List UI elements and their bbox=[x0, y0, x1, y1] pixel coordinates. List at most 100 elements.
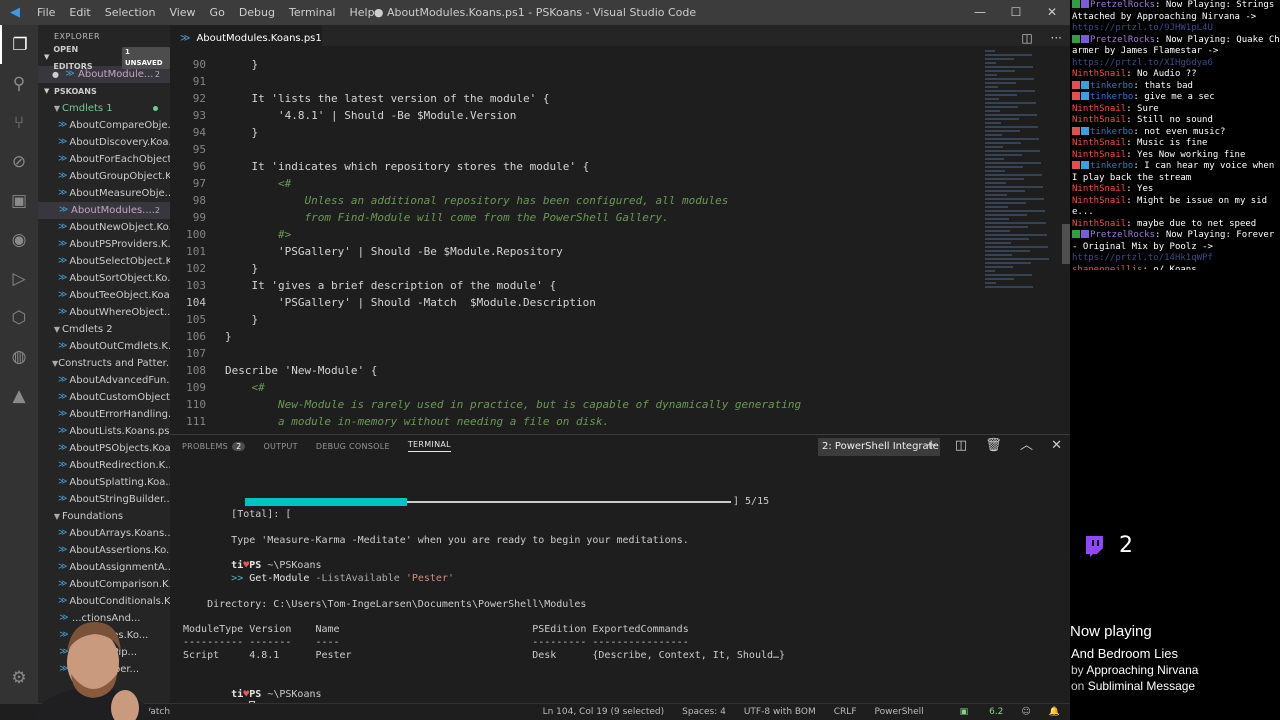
file-item[interactable]: ≫ AboutAssertions.Ko... bbox=[38, 542, 170, 559]
file-item[interactable]: ≫ AboutAssignmentA... bbox=[38, 559, 170, 576]
command-name: Get-Module bbox=[249, 573, 310, 584]
menu-file[interactable]: File bbox=[30, 0, 62, 25]
new-terminal-icon[interactable]: + bbox=[926, 438, 937, 453]
explorer-icon[interactable]: ❐ bbox=[0, 25, 38, 64]
file-item[interactable]: ≫ AboutRedirection.K... bbox=[38, 457, 170, 474]
file-item[interactable]: ≫ AboutForEachObject... bbox=[38, 151, 170, 168]
powershell-file-icon: ≫ bbox=[58, 205, 69, 215]
file-item[interactable]: ≫ AboutComparison.K... bbox=[38, 576, 170, 593]
file-item[interactable]: ≫ AboutCustomObject... bbox=[38, 389, 170, 406]
chat-username[interactable]: NinthSnail bbox=[1072, 184, 1126, 194]
menu-go[interactable]: Go bbox=[203, 0, 232, 25]
file-item[interactable]: ≫ AboutPSObjects.Koa... bbox=[38, 440, 170, 457]
more-actions-icon[interactable]: ··· bbox=[1051, 31, 1062, 45]
file-item[interactable]: ≫ AboutSplatting.Koa... bbox=[38, 474, 170, 491]
debug-icon[interactable]: ⊘ bbox=[0, 142, 38, 181]
file-item[interactable]: ≫AboutSelectObject.K... bbox=[38, 253, 170, 270]
file-item[interactable]: ≫ AboutNewObject.Ko... bbox=[38, 219, 170, 236]
menu-help[interactable]: Help bbox=[343, 0, 382, 25]
folder-item[interactable]: ▼ Constructs and Patter... bbox=[38, 355, 170, 372]
chat-link[interactable]: https://prtzl.to/14Hk1qWPf bbox=[1072, 253, 1213, 263]
menu-edit[interactable]: Edit bbox=[62, 0, 97, 25]
chat-username[interactable]: PretzelRocks bbox=[1090, 230, 1155, 240]
file-item[interactable]: ≫ AboutArrays.Koans.... bbox=[38, 525, 170, 542]
file-item[interactable]: ≫ AboutStringBuilder.... bbox=[38, 491, 170, 508]
open-editor-item[interactable]: ● ≫ AboutModule... 2 bbox=[38, 66, 170, 83]
folder-item[interactable]: ▼ Cmdlets 1 bbox=[38, 100, 170, 117]
code-editor[interactable]: 90 } 91 92 It 'lists the latest version of… bbox=[170, 46, 1070, 434]
close-icon[interactable]: ✕ bbox=[1034, 0, 1070, 25]
folder-item[interactable]: ▼ Foundations bbox=[38, 508, 170, 525]
source-control-icon[interactable]: ⑂ bbox=[0, 103, 38, 142]
minimize-icon[interactable]: — bbox=[962, 0, 998, 25]
trash-icon[interactable]: 🗑 bbox=[985, 438, 1002, 453]
chat-username[interactable]: PretzelRocks bbox=[1090, 0, 1155, 10]
open-editors-section[interactable]: ▼ OPEN EDITORS 1 UNSAVED bbox=[38, 45, 170, 71]
chat-username[interactable]: tinkerbo bbox=[1090, 161, 1133, 171]
remote-icon[interactable]: ⬡ bbox=[0, 298, 38, 337]
tab-terminal[interactable]: TERMINAL bbox=[407, 440, 451, 452]
maximize-icon[interactable]: ☐ bbox=[998, 0, 1034, 25]
file-item[interactable]: ≫ AboutAdvancedFun... bbox=[38, 372, 170, 389]
input-line[interactable]: >> bbox=[183, 688, 256, 713]
smiley-icon[interactable]: ☺ bbox=[1021, 704, 1030, 720]
folder-item[interactable]: ▼ Cmdlets 2 bbox=[38, 321, 170, 338]
status-language[interactable]: PowerShell bbox=[875, 704, 924, 720]
chat-username[interactable]: NinthSnail bbox=[1072, 196, 1126, 206]
line-number: 106 bbox=[186, 330, 206, 343]
status-encoding[interactable]: UTF-8 with BOM bbox=[744, 704, 816, 720]
chat-username[interactable]: NinthSnail bbox=[1072, 150, 1126, 160]
search-icon[interactable]: ⚲ bbox=[0, 64, 38, 103]
chat-username[interactable]: NinthSnail bbox=[1072, 115, 1126, 125]
file-item[interactable]: ≫ AboutSortObject.Ko... bbox=[38, 270, 170, 287]
chat-username[interactable]: tinkerbo bbox=[1090, 127, 1133, 137]
file-item[interactable]: ≫ AboutPSProviders.K... bbox=[38, 236, 170, 253]
menu-terminal[interactable]: Terminal bbox=[282, 0, 343, 25]
chat-username[interactable]: tinkerbo bbox=[1090, 81, 1133, 91]
status-spaces[interactable]: Spaces: 4 bbox=[682, 704, 726, 720]
chat-link[interactable]: https://prtzl.to/9JHW1pL4U bbox=[1072, 23, 1213, 33]
file-item[interactable]: ≫ AboutMeasureObje... bbox=[38, 185, 170, 202]
file-item[interactable]: ≫ AboutModules.... 2 bbox=[38, 202, 170, 219]
code-line: 96 It 'indicates which repository stores… bbox=[170, 158, 970, 175]
file-item[interactable]: ≫ AboutTeeObject.Koa... bbox=[38, 287, 170, 304]
file-item[interactable]: ≫ AboutErrorHandling... bbox=[38, 406, 170, 423]
chat-username[interactable]: NinthSnail bbox=[1072, 219, 1126, 229]
menu-selection[interactable]: Selection bbox=[98, 0, 163, 25]
chat-username[interactable]: NinthSnail bbox=[1072, 104, 1126, 114]
chat-username[interactable]: NinthSnail bbox=[1072, 69, 1126, 79]
tab-problems[interactable]: PROBLEMS 2 bbox=[182, 441, 246, 451]
minimap[interactable] bbox=[985, 50, 1060, 430]
github-icon[interactable]: ◉ bbox=[0, 220, 38, 259]
status-position[interactable]: Ln 104, Col 19 (9 selected) bbox=[543, 704, 665, 720]
bell-icon[interactable]: 🔔 bbox=[1049, 704, 1060, 720]
azure-icon[interactable]: ▲ bbox=[0, 376, 38, 415]
status-ps-version[interactable]: ▣ 6.2 bbox=[942, 704, 1004, 720]
file-item[interactable]: ≫ AboutDiscovery.Koa... bbox=[38, 134, 170, 151]
chat-username[interactable]: PretzelRocks bbox=[1090, 35, 1155, 45]
chat-username[interactable]: NinthSnail bbox=[1072, 138, 1126, 148]
file-item[interactable]: ≫ AboutCompareObje... bbox=[38, 117, 170, 134]
editor-scrollbar[interactable] bbox=[1062, 224, 1070, 264]
file-item[interactable]: ≫ AboutLists.Koans.ps1 bbox=[38, 423, 170, 440]
file-item[interactable]: ≫ AboutOutCmdlets.K... bbox=[38, 338, 170, 355]
file-item[interactable]: ≫AboutGroupObject.K... bbox=[38, 168, 170, 185]
menu-debug[interactable]: Debug bbox=[232, 0, 282, 25]
tab-debug-console[interactable]: DEBUG CONSOLE bbox=[316, 442, 390, 451]
gear-icon[interactable]: ⚙ bbox=[0, 658, 38, 697]
file-item[interactable]: ≫ AboutWhereObject.... bbox=[38, 304, 170, 321]
project-section[interactable]: ▼ PSKOANS bbox=[38, 83, 170, 100]
extensions-icon[interactable]: ▣ bbox=[0, 181, 38, 220]
chevron-up-icon[interactable]: ︿ bbox=[1020, 438, 1033, 453]
status-eol[interactable]: CRLF bbox=[834, 704, 857, 720]
close-panel-icon[interactable]: ✕ bbox=[1051, 438, 1062, 453]
terminal-icon[interactable]: ▷ bbox=[0, 259, 38, 298]
docker-icon[interactable]: ◍ bbox=[0, 337, 38, 376]
menu-view[interactable]: View bbox=[162, 0, 202, 25]
split-editor-icon[interactable]: ◫ bbox=[1021, 31, 1032, 45]
chat-username[interactable]: tinkerbo bbox=[1090, 92, 1133, 102]
split-terminal-icon[interactable]: ◫ bbox=[955, 438, 967, 453]
tab-output[interactable]: OUTPUT bbox=[263, 442, 297, 451]
chat-link[interactable]: https://prtzl.to/XIHg6dya6 bbox=[1072, 58, 1213, 68]
chat-username[interactable]: shaneoneillis bbox=[1072, 265, 1142, 271]
